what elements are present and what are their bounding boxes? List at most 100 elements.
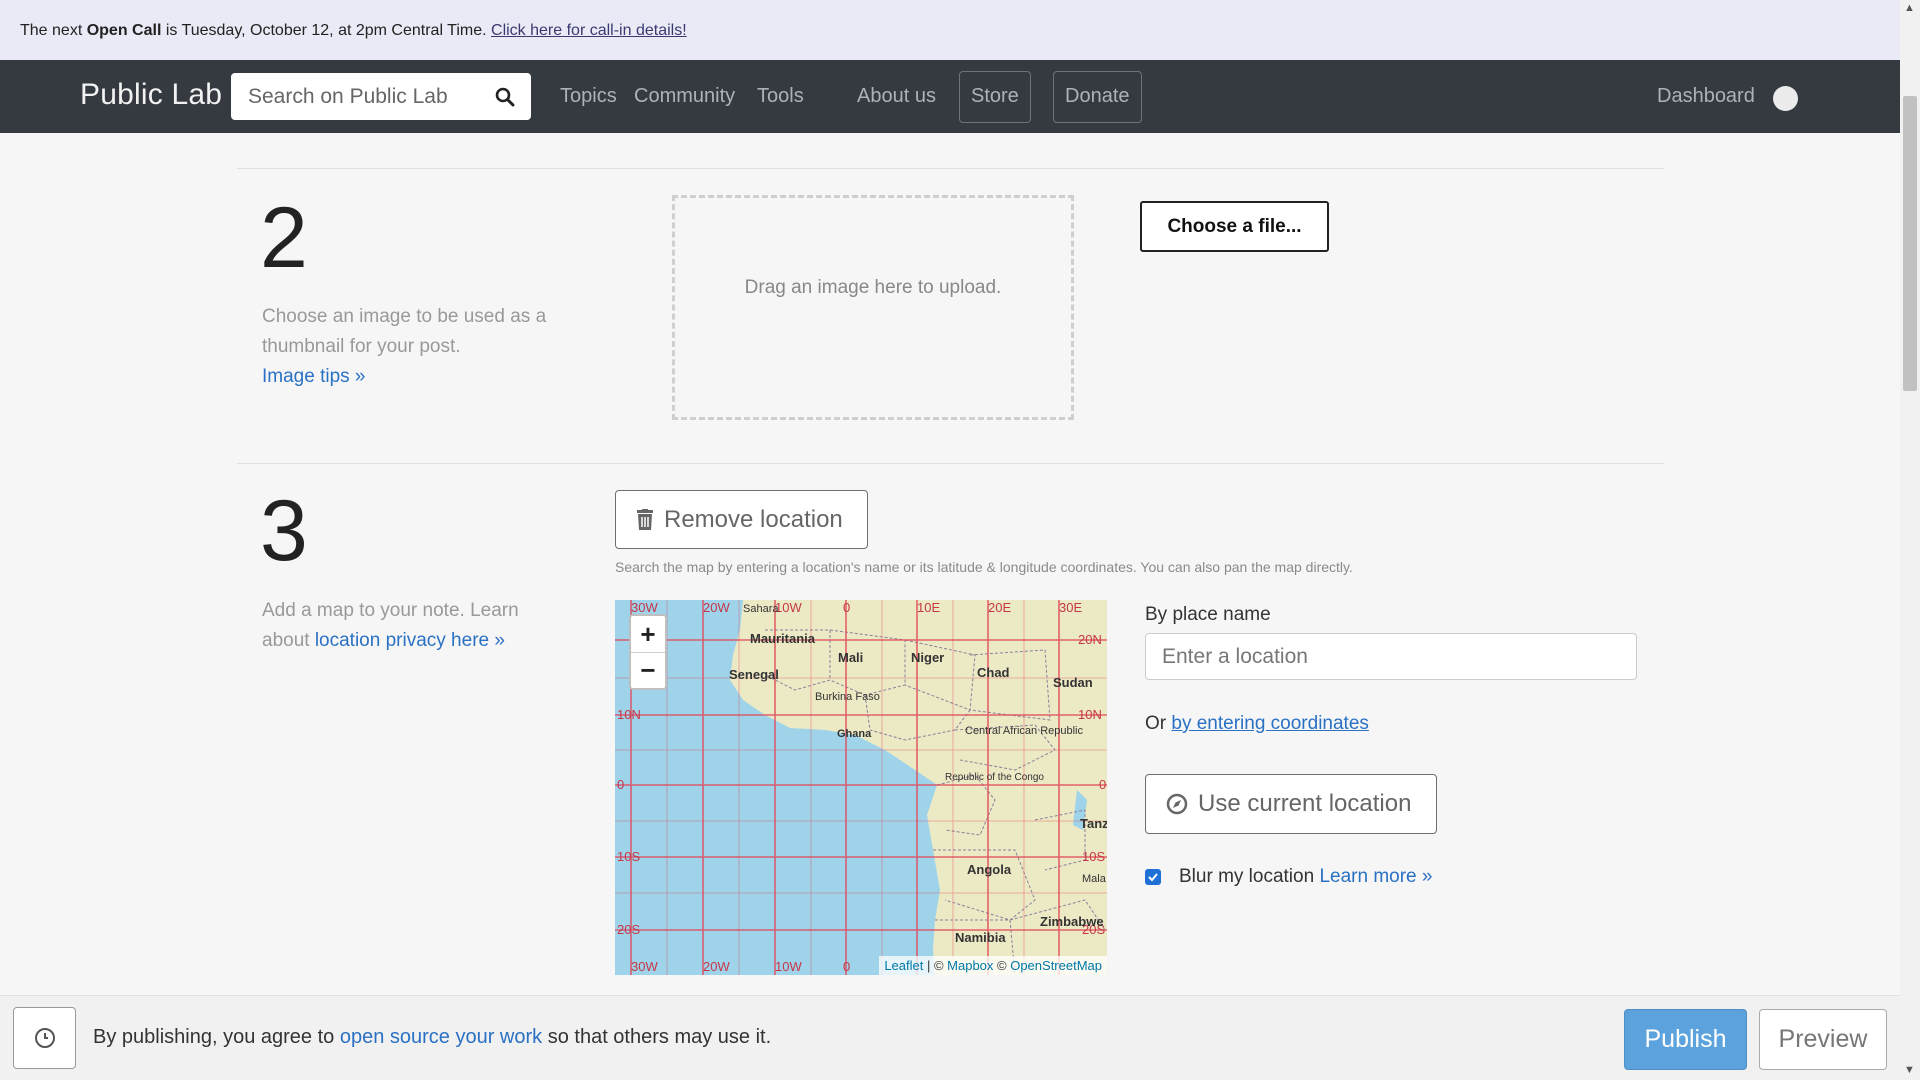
scroll-down-arrow[interactable]: ▼ bbox=[1904, 1064, 1915, 1076]
zoom-out-button[interactable]: − bbox=[631, 652, 665, 688]
nav-tools[interactable]: Tools bbox=[757, 85, 804, 108]
entering-coordinates-link[interactable]: by entering coordinates bbox=[1171, 713, 1369, 734]
place-label: Namibia bbox=[955, 930, 1006, 945]
grid-label: 10S bbox=[617, 849, 640, 864]
grid-label: 10N bbox=[1078, 707, 1102, 722]
zoom-in-button[interactable]: + bbox=[631, 616, 665, 652]
search-input[interactable] bbox=[231, 73, 476, 120]
grid-label: 0 bbox=[843, 600, 850, 615]
map-attribution: Leaflet | © Mapbox © OpenStreetMap bbox=[879, 956, 1107, 975]
place-label: Zimbabwe bbox=[1040, 914, 1104, 929]
or-text: Or bbox=[1145, 713, 1172, 734]
announcement-bar: The next Open Call is Tuesday, October 1… bbox=[0, 0, 1900, 60]
mapbox-link[interactable]: Mapbox bbox=[947, 958, 993, 973]
grid-label: 20W bbox=[703, 959, 730, 974]
by-place-label: By place name bbox=[1145, 604, 1271, 625]
place-label: Tanz bbox=[1080, 816, 1107, 831]
grid-label: 30E bbox=[1059, 600, 1082, 615]
leaflet-link[interactable]: Leaflet bbox=[884, 958, 923, 973]
grid-label: 20N bbox=[1078, 632, 1102, 647]
step-2-description: Choose an image to be used as a thumbnai… bbox=[262, 302, 592, 392]
blur-text: Blur my location bbox=[1179, 866, 1320, 887]
learn-more-link[interactable]: Learn more » bbox=[1319, 866, 1432, 887]
grid-label: 20W bbox=[703, 600, 730, 615]
brand-logo[interactable]: Public Lab bbox=[80, 78, 222, 112]
image-dropzone[interactable]: Drag an image here to upload. bbox=[672, 195, 1074, 420]
open-source-link[interactable]: open source your work bbox=[340, 1026, 542, 1048]
remove-location-button[interactable]: Remove location bbox=[615, 490, 868, 549]
grid-label: 10W bbox=[775, 959, 802, 974]
location-privacy-link[interactable]: location privacy here » bbox=[315, 630, 505, 651]
scrollbar-thumb[interactable] bbox=[1903, 96, 1917, 391]
nav-community[interactable]: Community bbox=[634, 85, 735, 108]
dashboard-link[interactable]: Dashboard bbox=[1657, 85, 1755, 108]
place-label: Sudan bbox=[1053, 675, 1093, 690]
use-current-location-label: Use current location bbox=[1198, 790, 1412, 817]
publish-bar: By publishing, you agree to open source … bbox=[0, 995, 1900, 1080]
location-map[interactable]: 30W 20W 10W 0 10E 20E 30E 30W 20W 10W 0 … bbox=[615, 600, 1107, 975]
compass-icon bbox=[1166, 793, 1188, 815]
preview-button[interactable]: Preview bbox=[1759, 1009, 1887, 1070]
announcement-prefix: The next bbox=[20, 22, 87, 39]
dropzone-text: Drag an image here to upload. bbox=[744, 276, 1002, 298]
donate-button[interactable]: Donate bbox=[1053, 71, 1142, 123]
grid-label: 30W bbox=[631, 600, 658, 615]
grid-label: 20S bbox=[617, 922, 640, 937]
grid-label: 10W bbox=[775, 600, 802, 615]
history-button[interactable] bbox=[13, 1007, 76, 1069]
search-button[interactable] bbox=[479, 73, 531, 120]
location-input[interactable] bbox=[1145, 633, 1637, 680]
map-hint: Search the map by entering a location's … bbox=[615, 559, 1353, 575]
blur-location-checkbox[interactable] bbox=[1145, 869, 1161, 885]
navbar: Public Lab Topics Community Tools About … bbox=[0, 60, 1900, 133]
search-box bbox=[231, 73, 531, 120]
place-label: Mala bbox=[1082, 873, 1107, 885]
search-icon bbox=[495, 87, 515, 106]
place-label: Mauritania bbox=[750, 631, 816, 646]
divider bbox=[237, 463, 1664, 464]
clock-icon bbox=[34, 1028, 55, 1048]
step-3-description: Add a map to your note. Learn about loca… bbox=[262, 596, 562, 656]
grid-label: 30W bbox=[631, 959, 658, 974]
image-tips-link[interactable]: Image tips » bbox=[262, 366, 366, 387]
step-2-text: Choose an image to be used as a thumbnai… bbox=[262, 306, 547, 357]
blur-location-label: Blur my location Learn more » bbox=[1179, 866, 1432, 888]
map-tiles: 30W 20W 10W 0 10E 20E 30E 30W 20W 10W 0 … bbox=[615, 600, 1107, 975]
grid-label: 0 bbox=[843, 959, 850, 974]
avatar[interactable] bbox=[1773, 86, 1798, 111]
trash-icon bbox=[637, 509, 653, 530]
grid-label: 0 bbox=[617, 777, 624, 792]
publish-button[interactable]: Publish bbox=[1624, 1009, 1747, 1070]
grid-label: 20E bbox=[988, 600, 1011, 615]
publish-agreement: By publishing, you agree to open source … bbox=[93, 1026, 771, 1049]
remove-location-label: Remove location bbox=[664, 505, 843, 533]
place-label: Republic of the Congo bbox=[945, 772, 1044, 783]
agree-suffix: so that others may use it. bbox=[542, 1026, 772, 1048]
place-label: Central African Republic bbox=[965, 725, 1084, 737]
place-label: Sahara bbox=[743, 603, 779, 615]
step-2-number: 2 bbox=[260, 190, 308, 286]
zoom-controls: + − bbox=[629, 614, 667, 690]
nav-about-us[interactable]: About us bbox=[857, 85, 936, 108]
agree-prefix: By publishing, you agree to bbox=[93, 1026, 340, 1048]
place-label: Mali bbox=[838, 650, 863, 665]
checkmark-icon bbox=[1148, 873, 1158, 882]
store-button[interactable]: Store bbox=[959, 71, 1031, 123]
grid-label: 10N bbox=[617, 707, 641, 722]
use-current-location-button[interactable]: Use current location bbox=[1145, 774, 1437, 834]
step-3-number: 3 bbox=[260, 483, 308, 579]
place-label: Chad bbox=[977, 665, 1010, 680]
divider bbox=[237, 168, 1664, 169]
place-label: Senegal bbox=[729, 667, 779, 682]
nav-topics[interactable]: Topics bbox=[560, 85, 617, 108]
grid-label: 10E bbox=[917, 600, 940, 615]
place-label: Ghana bbox=[837, 728, 872, 740]
place-label: Angola bbox=[967, 862, 1012, 877]
place-label: Burkina Faso bbox=[815, 691, 880, 703]
or-coordinates: Or by entering coordinates bbox=[1145, 713, 1369, 735]
announcement-bold: Open Call bbox=[86, 22, 162, 39]
scroll-up-arrow[interactable]: ▲ bbox=[1904, 2, 1915, 14]
call-in-details-link[interactable]: Click here for call-in details! bbox=[491, 22, 687, 39]
osm-link[interactable]: OpenStreetMap bbox=[1010, 958, 1102, 973]
choose-file-button[interactable]: Choose a file... bbox=[1140, 201, 1329, 252]
